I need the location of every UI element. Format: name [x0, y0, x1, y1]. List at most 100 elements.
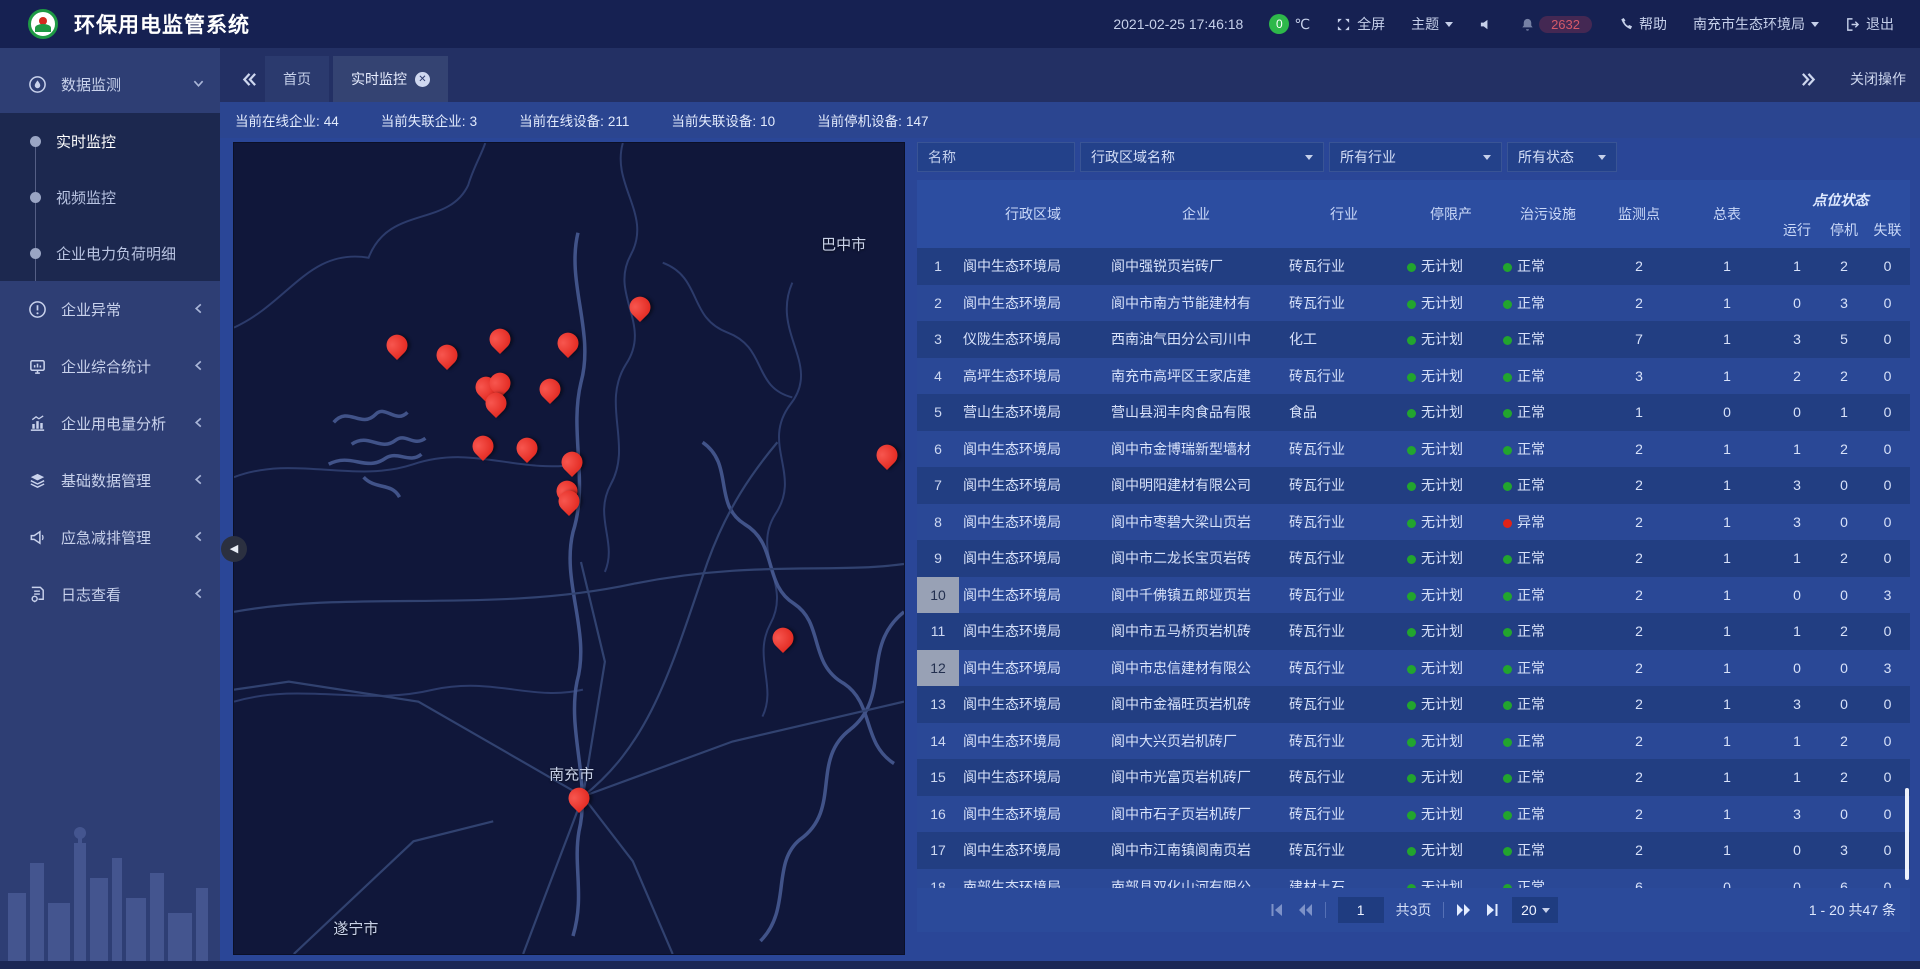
chevron-left-icon: [193, 415, 204, 432]
chevron-left-icon: [193, 529, 204, 546]
cell-stopped: 0: [1821, 660, 1867, 676]
table-row[interactable]: 2阆中生态环境局阆中市南方节能建材有砖瓦行业无计划正常21030: [917, 285, 1910, 322]
table-row[interactable]: 3仪陇生态环境局西南油气田分公司川中化工无计划正常71350: [917, 321, 1910, 358]
map-collapse-handle[interactable]: ◀: [221, 536, 247, 562]
status-dot-green: [1407, 847, 1416, 856]
last-page-button[interactable]: [1484, 902, 1500, 918]
alert-circle-icon: [28, 300, 47, 319]
table-row[interactable]: 18南部生态环境局南部县双化山河有限公建材土石无计划正常60060: [917, 869, 1910, 889]
table-row[interactable]: 6阆中生态环境局阆中市金博瑞新型墙材砖瓦行业无计划正常21120: [917, 431, 1910, 468]
cell-stopped: 2: [1821, 258, 1867, 274]
pagination-bar: 1 共3页 20 1 - 20: [917, 888, 1910, 932]
prev-page-button[interactable]: [1297, 902, 1313, 918]
column-header: 行政区域: [959, 180, 1107, 248]
cell-facility-status: 正常: [1499, 840, 1597, 860]
page-size-select[interactable]: 20: [1512, 897, 1558, 923]
table-row[interactable]: 16阆中生态环境局阆中市石子页岩机砖厂砖瓦行业无计划正常21300: [917, 796, 1910, 833]
row-index: 15: [917, 759, 959, 796]
table-row[interactable]: 8阆中生态环境局阆中市枣碧大梁山页岩砖瓦行业无计划异常21300: [917, 504, 1910, 541]
sidebar-item-basic-data-management[interactable]: 基础数据管理: [0, 452, 220, 509]
cell-facility-status: 正常: [1499, 475, 1597, 495]
cell-limit-status: 无计划: [1403, 293, 1499, 313]
fullscreen-button[interactable]: 全屏: [1336, 14, 1385, 34]
cell-limit-status: 无计划: [1403, 366, 1499, 386]
app-logo-icon: [28, 9, 58, 39]
tab-label: 首页: [283, 69, 311, 89]
tab-realtime[interactable]: 实时监控✕: [333, 56, 448, 102]
sidebar-item-enterprise-abnormal[interactable]: 企业异常: [0, 281, 220, 338]
help-button[interactable]: 帮助: [1618, 14, 1667, 34]
theme-menu[interactable]: 主题: [1411, 14, 1453, 34]
industry-select-value: 所有行业: [1340, 147, 1483, 167]
next-page-button[interactable]: [1456, 902, 1472, 918]
sidebar-item-label: 日志查看: [61, 584, 121, 605]
cell-monitor-points: 2: [1597, 806, 1681, 822]
cell-facility-status: 正常: [1499, 402, 1597, 422]
column-header: [917, 180, 959, 248]
logout-button[interactable]: 退出: [1845, 14, 1894, 34]
status-select-value: 所有状态: [1518, 147, 1598, 167]
sidebar-subitem-power-load-detail[interactable]: 企业电力负荷明细: [0, 225, 220, 281]
page-number-input[interactable]: 1: [1338, 897, 1384, 923]
tabs-scroll-left-button[interactable]: [234, 56, 265, 102]
first-page-button[interactable]: [1269, 902, 1285, 918]
sidebar-item-log-view[interactable]: 日志查看: [0, 566, 220, 623]
status-dot-green: [1407, 701, 1416, 710]
table-row[interactable]: 10阆中生态环境局阆中千佛镇五郎垭页岩砖瓦行业无计划正常21003: [917, 577, 1910, 614]
tab-home[interactable]: 首页: [265, 56, 329, 102]
table-row[interactable]: 17阆中生态环境局阆中市江南镇阆南页岩砖瓦行业无计划正常21030: [917, 832, 1910, 869]
sidebar-item-enterprise-statistics[interactable]: 企业综合统计: [0, 338, 220, 395]
stat-item: 当前在线企业:44: [235, 110, 339, 130]
row-index: 3: [917, 321, 959, 358]
cell-lost: 0: [1867, 258, 1908, 274]
cell-lost: 3: [1867, 587, 1908, 603]
close-operations-button[interactable]: 关闭操作: [1850, 69, 1906, 89]
mute-button[interactable]: [1479, 17, 1494, 32]
table-row[interactable]: 1阆中生态环境局阆中强锐页岩砖厂砖瓦行业无计划正常21120: [917, 248, 1910, 285]
table-scrollbar[interactable]: [1905, 788, 1909, 880]
table-row[interactable]: 15阆中生态环境局阆中市光富页岩机砖厂砖瓦行业无计划正常21120: [917, 759, 1910, 796]
table-row[interactable]: 14阆中生态环境局阆中大兴页岩机砖厂砖瓦行业无计划正常21120: [917, 723, 1910, 760]
table-row[interactable]: 5营山生态环境局营山县润丰肉食品有限食品无计划正常10010: [917, 394, 1910, 431]
status-dot-green: [1503, 738, 1512, 747]
status-dot-green: [1407, 738, 1416, 747]
region-select[interactable]: 行政区域名称: [1080, 142, 1324, 172]
close-icon[interactable]: ✕: [415, 72, 430, 87]
row-index: 10: [917, 577, 959, 614]
sidebar-subitem-realtime-monitor[interactable]: 实时监控: [0, 113, 220, 169]
status-select[interactable]: 所有状态: [1507, 142, 1617, 172]
status-dot-green: [1407, 409, 1416, 418]
cell-company: 阆中市忠信建材有限公: [1107, 658, 1285, 678]
theme-label: 主题: [1411, 14, 1439, 34]
cell-region: 阆中生态环境局: [959, 512, 1107, 532]
industry-select[interactable]: 所有行业: [1329, 142, 1502, 172]
table-row[interactable]: 9阆中生态环境局阆中市二龙长宝页岩砖砖瓦行业无计划正常21120: [917, 540, 1910, 577]
tabs-scroll-right-button[interactable]: [1793, 56, 1824, 102]
notifications-button[interactable]: 2632: [1520, 16, 1592, 33]
sidebar-item-data-monitoring[interactable]: 数据监测: [0, 56, 220, 113]
table-row[interactable]: 13阆中生态环境局阆中市金福旺页岩机砖砖瓦行业无计划正常21300: [917, 686, 1910, 723]
sidebar-item-emergency-reduction[interactable]: 应急减排管理: [0, 509, 220, 566]
cell-region: 阆中生态环境局: [959, 658, 1107, 678]
org-menu[interactable]: 南充市生态环境局: [1693, 14, 1819, 34]
cell-industry: 砖瓦行业: [1285, 293, 1403, 313]
chevron-left-icon: [193, 301, 204, 318]
cell-company: 阆中明阳建材有限公司: [1107, 475, 1285, 495]
cell-meters: 1: [1681, 587, 1773, 603]
sidebar-subitem-video-monitor[interactable]: 视频监控: [0, 169, 220, 225]
status-dot-green: [1407, 263, 1416, 272]
stat-item: 当前失联设备:10: [671, 110, 775, 130]
tab-bar-right: 关闭操作: [1793, 56, 1906, 102]
cell-lost: 0: [1867, 696, 1908, 712]
table-row[interactable]: 4高坪生态环境局南充市高坪区王家店建砖瓦行业无计划正常31220: [917, 358, 1910, 395]
table-row[interactable]: 7阆中生态环境局阆中明阳建材有限公司砖瓦行业无计划正常21300: [917, 467, 1910, 504]
table-row[interactable]: 12阆中生态环境局阆中市忠信建材有限公砖瓦行业无计划正常21003: [917, 650, 1910, 687]
name-search-input[interactable]: [917, 142, 1075, 172]
cell-region: 阆中生态环境局: [959, 621, 1107, 641]
map-panel[interactable]: 巴中市南充市遂宁市 ◀: [233, 142, 905, 955]
sidebar-item-power-usage-analysis[interactable]: 企业用电量分析: [0, 395, 220, 452]
cell-region: 阆中生态环境局: [959, 731, 1107, 751]
cell-limit-status: 无计划: [1403, 804, 1499, 824]
cell-limit-status: 无计划: [1403, 256, 1499, 276]
table-row[interactable]: 11阆中生态环境局阆中市五马桥页岩机砖砖瓦行业无计划正常21120: [917, 613, 1910, 650]
